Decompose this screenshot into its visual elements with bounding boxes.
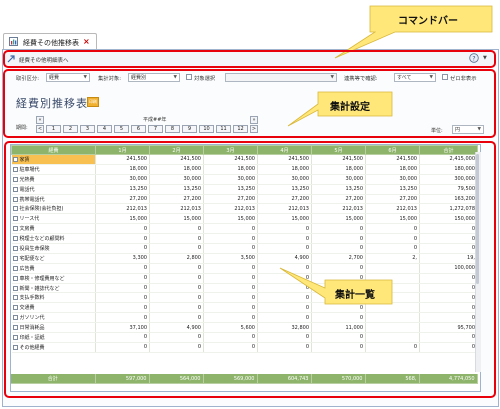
settings-frame <box>3 69 496 138</box>
command-bar-frame <box>3 50 496 68</box>
list-frame <box>4 141 496 398</box>
callout-command-bar: コマンドバー <box>398 16 458 27</box>
